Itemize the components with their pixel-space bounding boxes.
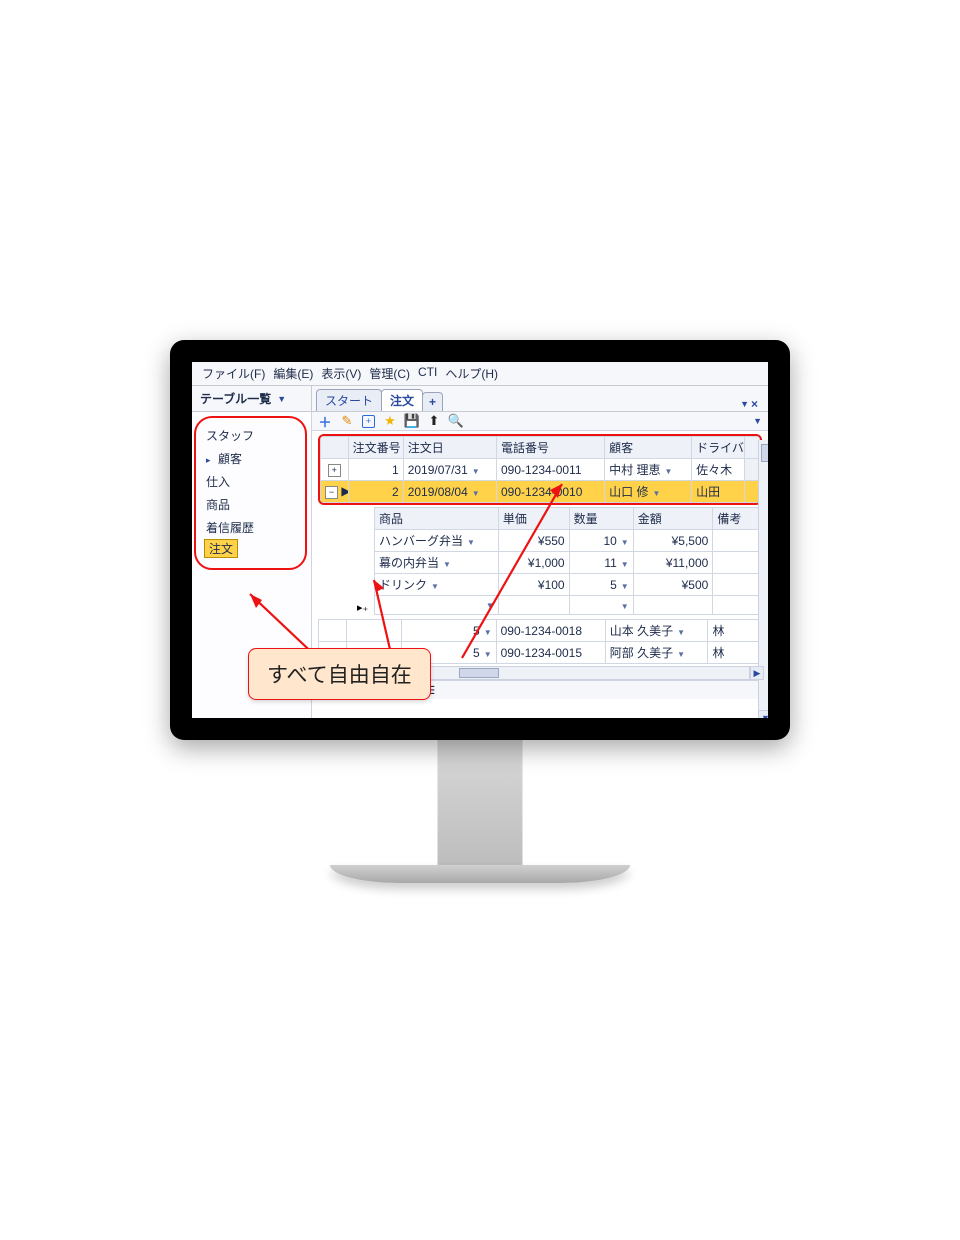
toolbar-new-icon[interactable]: ＋ [318,414,332,428]
tab-add[interactable]: + [422,392,443,411]
sidebar-item-staff[interactable]: スタッフ [204,424,301,447]
chevron-down-icon[interactable]: ▼ [431,582,439,591]
chevron-down-icon: ▼ [277,394,286,404]
toolbar-addrow-icon[interactable]: + [362,415,375,428]
toolbar-save-icon[interactable]: 💾 [405,414,419,428]
scrollbar-thumb[interactable] [761,444,770,462]
scrollbar-down-icon[interactable]: ▼ [759,710,772,724]
items-header-qty[interactable]: 数量 [569,508,633,530]
orders-row[interactable]: + 1 2019/07/31▼ 090-1234-0011 中村 理恵▼ 佐々木 [321,459,760,481]
toolbar-export-icon[interactable]: ⬆ [427,414,441,428]
pane-menu-icon[interactable]: ▼ [740,399,749,409]
scrollbar-thumb[interactable] [459,668,499,678]
orders-table[interactable]: 注文番号 注文日 電話番号 顧客 ドライバ + 1 [320,436,760,503]
items-table[interactable]: 商品 単価 数量 金額 備考 ハンバーグ弁当▼ ¥550 10▼ ¥5,500 [374,507,762,615]
chevron-down-icon[interactable]: ▼ [621,582,629,591]
chevron-down-icon[interactable]: ▼ [484,650,492,659]
application-window: ファイル(F) 編集(E) 表示(V) 管理(C) CTI ヘルプ(H) テーブ… [192,362,768,718]
items-header-product[interactable]: 商品 [375,508,499,530]
sidebar-item-product[interactable]: 商品 [204,493,301,516]
chevron-down-icon[interactable]: ▼ [621,560,629,569]
toolbar-search-icon[interactable]: 🔍 [449,414,463,428]
vertical-scrollbar[interactable]: ▼ [758,440,772,724]
tab-order[interactable]: 注文 [381,389,423,411]
chevron-down-icon[interactable]: ▼ [621,602,629,611]
chevron-down-icon[interactable]: ▼ [472,489,480,498]
orders-header-driver[interactable]: ドライバ [692,437,745,459]
items-row-empty[interactable]: ▸₊▼ ▼ [375,596,762,615]
pane-close-icon[interactable]: × [751,397,758,411]
orders-header-customer[interactable]: 顧客 [605,437,692,459]
menu-help[interactable]: ヘルプ(H) [443,365,500,382]
chevron-down-icon[interactable]: ▼ [443,560,451,569]
orders-header-phone[interactable]: 電話番号 [497,437,605,459]
chevron-down-icon[interactable]: ▼ [653,489,661,498]
items-row[interactable]: 幕の内弁当▼ ¥1,000 11▼ ¥11,000 [375,552,762,574]
chevron-down-icon[interactable]: ▼ [472,467,480,476]
chevron-down-icon[interactable]: ▼ [677,650,685,659]
items-header-row: 商品 単価 数量 金額 備考 [375,508,762,530]
annotation-grid-highlight: 注文番号 注文日 電話番号 顧客 ドライバ + 1 [318,434,762,505]
toolbar-edit-icon[interactable]: ✎ [340,414,354,428]
collapse-icon[interactable]: − [325,486,338,499]
items-header-amount[interactable]: 金額 [633,508,713,530]
tab-bar: スタート 注文 + ▼ × [312,386,768,411]
sidebar-item-customer[interactable]: 顧客 [204,447,301,470]
orders-header-no[interactable]: 注文番号 [348,437,403,459]
annotation-callout: すべて自由自在 [248,648,431,700]
orders-row[interactable]: 5▼ 090-1234-0018 山本 久美子▼ 林 [319,620,762,642]
items-row[interactable]: ドリンク▼ ¥100 5▼ ¥500 [375,574,762,596]
cursor-icon: ▸₊ [357,601,368,614]
items-header-unit[interactable]: 単価 [498,508,569,530]
orders-header-date[interactable]: 注文日 [403,437,496,459]
items-header-note[interactable]: 備考 [713,508,762,530]
tab-start[interactable]: スタート [316,389,382,411]
annotation-sidebar-highlight: スタッフ 顧客 仕入 商品 着信履歴 注文 [194,416,307,570]
sidebar-item-calllog[interactable]: 着信履歴 [204,516,301,539]
chevron-down-icon[interactable]: ▼ [486,601,494,610]
sidebar-item-order[interactable]: 注文 [204,539,238,558]
tables-panel-header[interactable]: テーブル一覧 ▼ [192,386,312,411]
menubar: ファイル(F) 編集(E) 表示(V) 管理(C) CTI ヘルプ(H) [192,362,768,386]
menu-manage[interactable]: 管理(C) [367,365,412,382]
menu-cti[interactable]: CTI [416,365,439,382]
chevron-down-icon[interactable]: ▼ [621,538,629,547]
toolbar-menu-icon[interactable]: ▼ [753,416,762,426]
sidebar-item-supply[interactable]: 仕入 [204,470,301,493]
items-row[interactable]: ハンバーグ弁当▼ ¥550 10▼ ¥5,500 [375,530,762,552]
expand-icon[interactable]: + [328,464,341,477]
chevron-down-icon[interactable]: ▼ [467,538,475,547]
menu-view[interactable]: 表示(V) [319,365,363,382]
chevron-down-icon[interactable]: ▼ [484,628,492,637]
tables-panel-label: テーブル一覧 [200,390,271,407]
orders-row-selected[interactable]: − ▶ 2 2019/08/04▼ 090-1234-0010 山口 修▼ 山田 [321,481,760,503]
chevron-down-icon[interactable]: ▼ [677,628,685,637]
toolbar: ＋ ✎ + ★ 💾 ⬆ 🔍 ▼ [312,412,768,431]
toolbar-star-icon[interactable]: ★ [383,414,397,428]
scrollbar-right-icon[interactable]: ▶ [750,666,764,680]
menu-edit[interactable]: 編集(E) [271,365,315,382]
chevron-down-icon[interactable]: ▼ [665,467,673,476]
menu-file[interactable]: ファイル(F) [200,365,267,382]
orders-header-row: 注文番号 注文日 電話番号 顧客 ドライバ [321,437,760,459]
